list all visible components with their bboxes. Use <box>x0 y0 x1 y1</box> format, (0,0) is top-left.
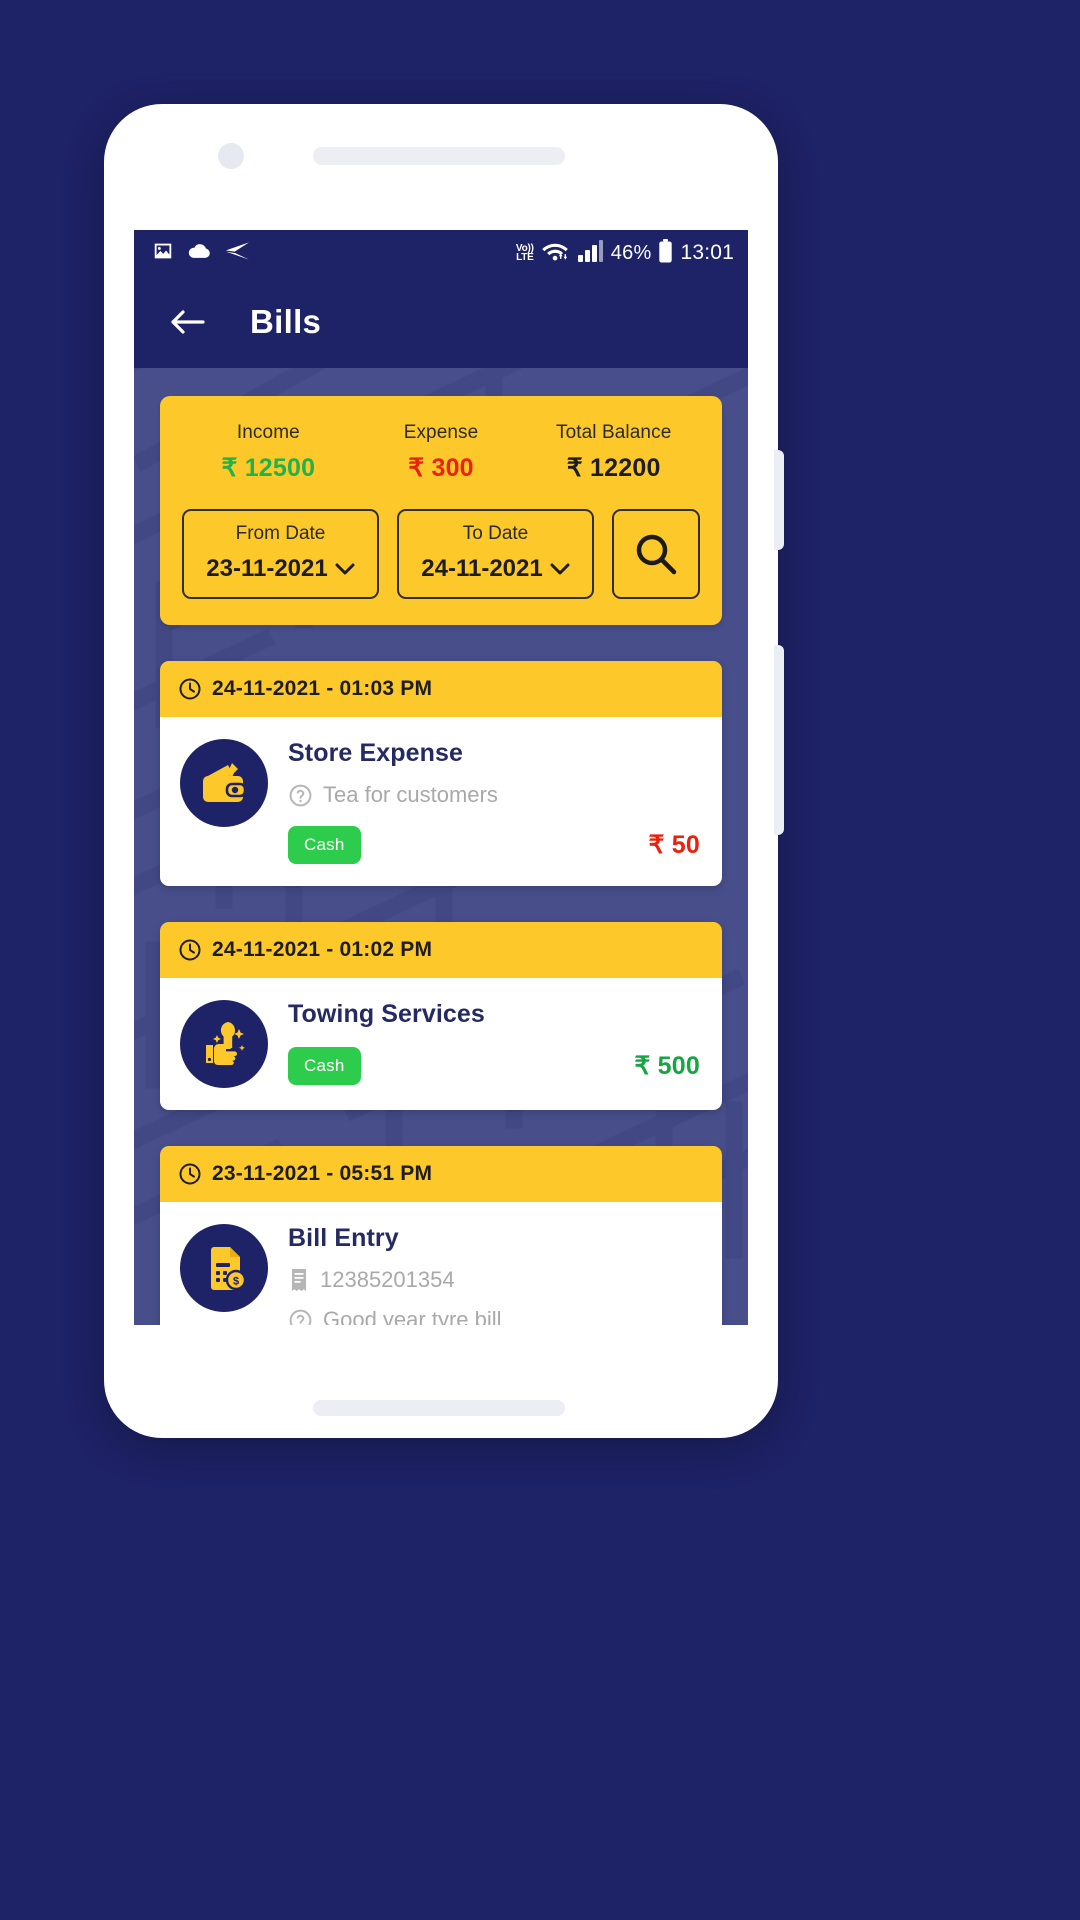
income-label: Income <box>236 422 300 443</box>
stat-total-balance: Total Balance ₹ 12200 <box>527 422 700 483</box>
paper-plane-icon <box>224 241 249 266</box>
earpiece-speaker <box>313 147 565 165</box>
transaction-amount: ₹ 50 <box>648 831 700 859</box>
transaction-bill-number: 12385201354 <box>320 1267 455 1292</box>
balance-label: Total Balance <box>555 422 672 443</box>
transaction-title: Towing Services <box>288 1000 485 1028</box>
clock-label: 13:01 <box>680 241 734 264</box>
transaction-note: Tea for customers <box>323 782 498 807</box>
battery-percent-label: 46% <box>610 241 652 264</box>
transaction-note: Good year tyre bill <box>323 1307 502 1325</box>
date-filter-row: From Date 23-11-2021 To Date 24-11-2021 <box>182 509 700 599</box>
status-bar-system: Vo)) LTE 46% 13:01 <box>516 238 734 268</box>
from-date-label: From Date <box>235 523 326 544</box>
question-circle-icon <box>289 784 312 806</box>
from-date-value-row: 23-11-2021 <box>192 555 369 583</box>
stat-income: Income ₹ 12500 <box>182 422 355 483</box>
wallet-icon <box>203 763 247 802</box>
balance-value: ₹ 12200 <box>566 454 661 482</box>
wrench-thumbsup-icon <box>206 1021 245 1065</box>
signal-bars-icon <box>577 239 604 268</box>
transaction-header: 24-11-2021 - 01:02 PM <box>160 922 722 978</box>
device-screen: Vo)) LTE 46% 13:01 Bills Income ₹ 12500 … <box>134 230 748 1325</box>
app-bar: Bills <box>134 276 748 368</box>
from-date-value: 23-11-2021 <box>206 555 328 582</box>
summary-stats: Income ₹ 12500 Expense ₹ 300 Total Balan… <box>182 422 700 483</box>
cloud-icon <box>187 241 211 266</box>
receipt-icon <box>292 1269 306 1291</box>
transaction-body: $ Bill Entry 12385201354 Good year tyre … <box>160 1202 722 1325</box>
transaction-note-row: Good year tyre bill <box>288 1307 700 1325</box>
search-icon <box>636 534 677 575</box>
power-button[interactable] <box>774 645 784 835</box>
transaction-title: Bill Entry <box>288 1224 399 1252</box>
transaction-card[interactable]: 24-11-2021 - 01:02 PM Towing Services Ca… <box>160 922 722 1110</box>
transaction-header: 23-11-2021 - 05:51 PM <box>160 1146 722 1202</box>
transaction-avatar <box>180 739 268 827</box>
income-value: ₹ 12500 <box>221 454 316 482</box>
home-indicator <box>313 1400 565 1416</box>
transaction-title: Store Expense <box>288 739 463 767</box>
transaction-header: 24-11-2021 - 01:03 PM <box>160 661 722 717</box>
transaction-note-row: Tea for customers <box>288 782 700 808</box>
volte-line2: LTE <box>516 252 534 263</box>
transaction-details: Store Expense Tea for customers Cash ₹ 5… <box>288 739 700 864</box>
transaction-card[interactable]: 23-11-2021 - 05:51 PM $ Bill Entry 12385… <box>160 1146 722 1325</box>
status-bar: Vo)) LTE 46% 13:01 <box>134 230 748 276</box>
transaction-datetime: 23-11-2021 - 05:51 PM <box>212 1162 433 1185</box>
transaction-avatar <box>180 1000 268 1088</box>
transaction-footer: Cash ₹ 50 <box>288 826 700 864</box>
transaction-datetime: 24-11-2021 - 01:02 PM <box>212 938 433 961</box>
transaction-billno-row: 12385201354 <box>288 1267 700 1293</box>
question-circle-icon <box>289 1309 312 1325</box>
payment-mode-badge: Cash <box>288 1047 361 1085</box>
page-root: Vo)) LTE 46% 13:01 Bills Income ₹ 12500 … <box>0 0 1080 1920</box>
wifi-icon <box>541 239 571 268</box>
transaction-footer: Cash ₹ 500 <box>288 1047 700 1085</box>
status-bar-notifications <box>152 240 249 267</box>
clock-icon <box>179 1163 201 1185</box>
page-title: Bills <box>250 303 322 340</box>
from-date-picker[interactable]: From Date 23-11-2021 <box>182 509 379 599</box>
payment-mode-badge: Cash <box>288 826 361 864</box>
front-camera <box>218 143 244 169</box>
chevron-down-icon <box>335 563 355 574</box>
battery-icon <box>658 238 673 268</box>
stat-expense: Expense ₹ 300 <box>355 422 528 483</box>
svg-text:$: $ <box>233 1276 239 1288</box>
to-date-picker[interactable]: To Date 24-11-2021 <box>397 509 594 599</box>
transaction-body: Towing Services Cash ₹ 500 <box>160 978 722 1110</box>
arrow-left-icon <box>171 310 205 334</box>
bills-list-scroll[interactable]: Income ₹ 12500 Expense ₹ 300 Total Balan… <box>134 368 748 1325</box>
clock-icon <box>179 678 201 700</box>
expense-label: Expense <box>403 422 479 443</box>
back-button[interactable] <box>162 296 214 348</box>
to-date-value: 24-11-2021 <box>421 555 543 582</box>
transaction-details: Towing Services Cash ₹ 500 <box>288 1000 700 1088</box>
volte-icon: Vo)) LTE <box>516 244 534 263</box>
clock-icon <box>179 939 201 961</box>
search-button[interactable] <box>612 509 700 599</box>
to-date-value-row: 24-11-2021 <box>407 555 584 583</box>
transaction-avatar: $ <box>180 1224 268 1312</box>
volume-button[interactable] <box>774 450 784 550</box>
summary-card: Income ₹ 12500 Expense ₹ 300 Total Balan… <box>160 396 722 625</box>
transaction-details: Bill Entry 12385201354 Good year tyre bi… <box>288 1224 700 1325</box>
transaction-body: Store Expense Tea for customers Cash ₹ 5… <box>160 717 722 886</box>
to-date-label: To Date <box>462 523 529 544</box>
chevron-down-icon <box>550 563 570 574</box>
bill-document-icon: $ <box>211 1247 247 1291</box>
transaction-amount: ₹ 500 <box>634 1052 700 1080</box>
transaction-datetime: 24-11-2021 - 01:03 PM <box>212 677 433 700</box>
expense-value: ₹ 300 <box>408 454 474 482</box>
image-icon <box>152 240 174 267</box>
transaction-card[interactable]: 24-11-2021 - 01:03 PM Store Expense Tea … <box>160 661 722 886</box>
